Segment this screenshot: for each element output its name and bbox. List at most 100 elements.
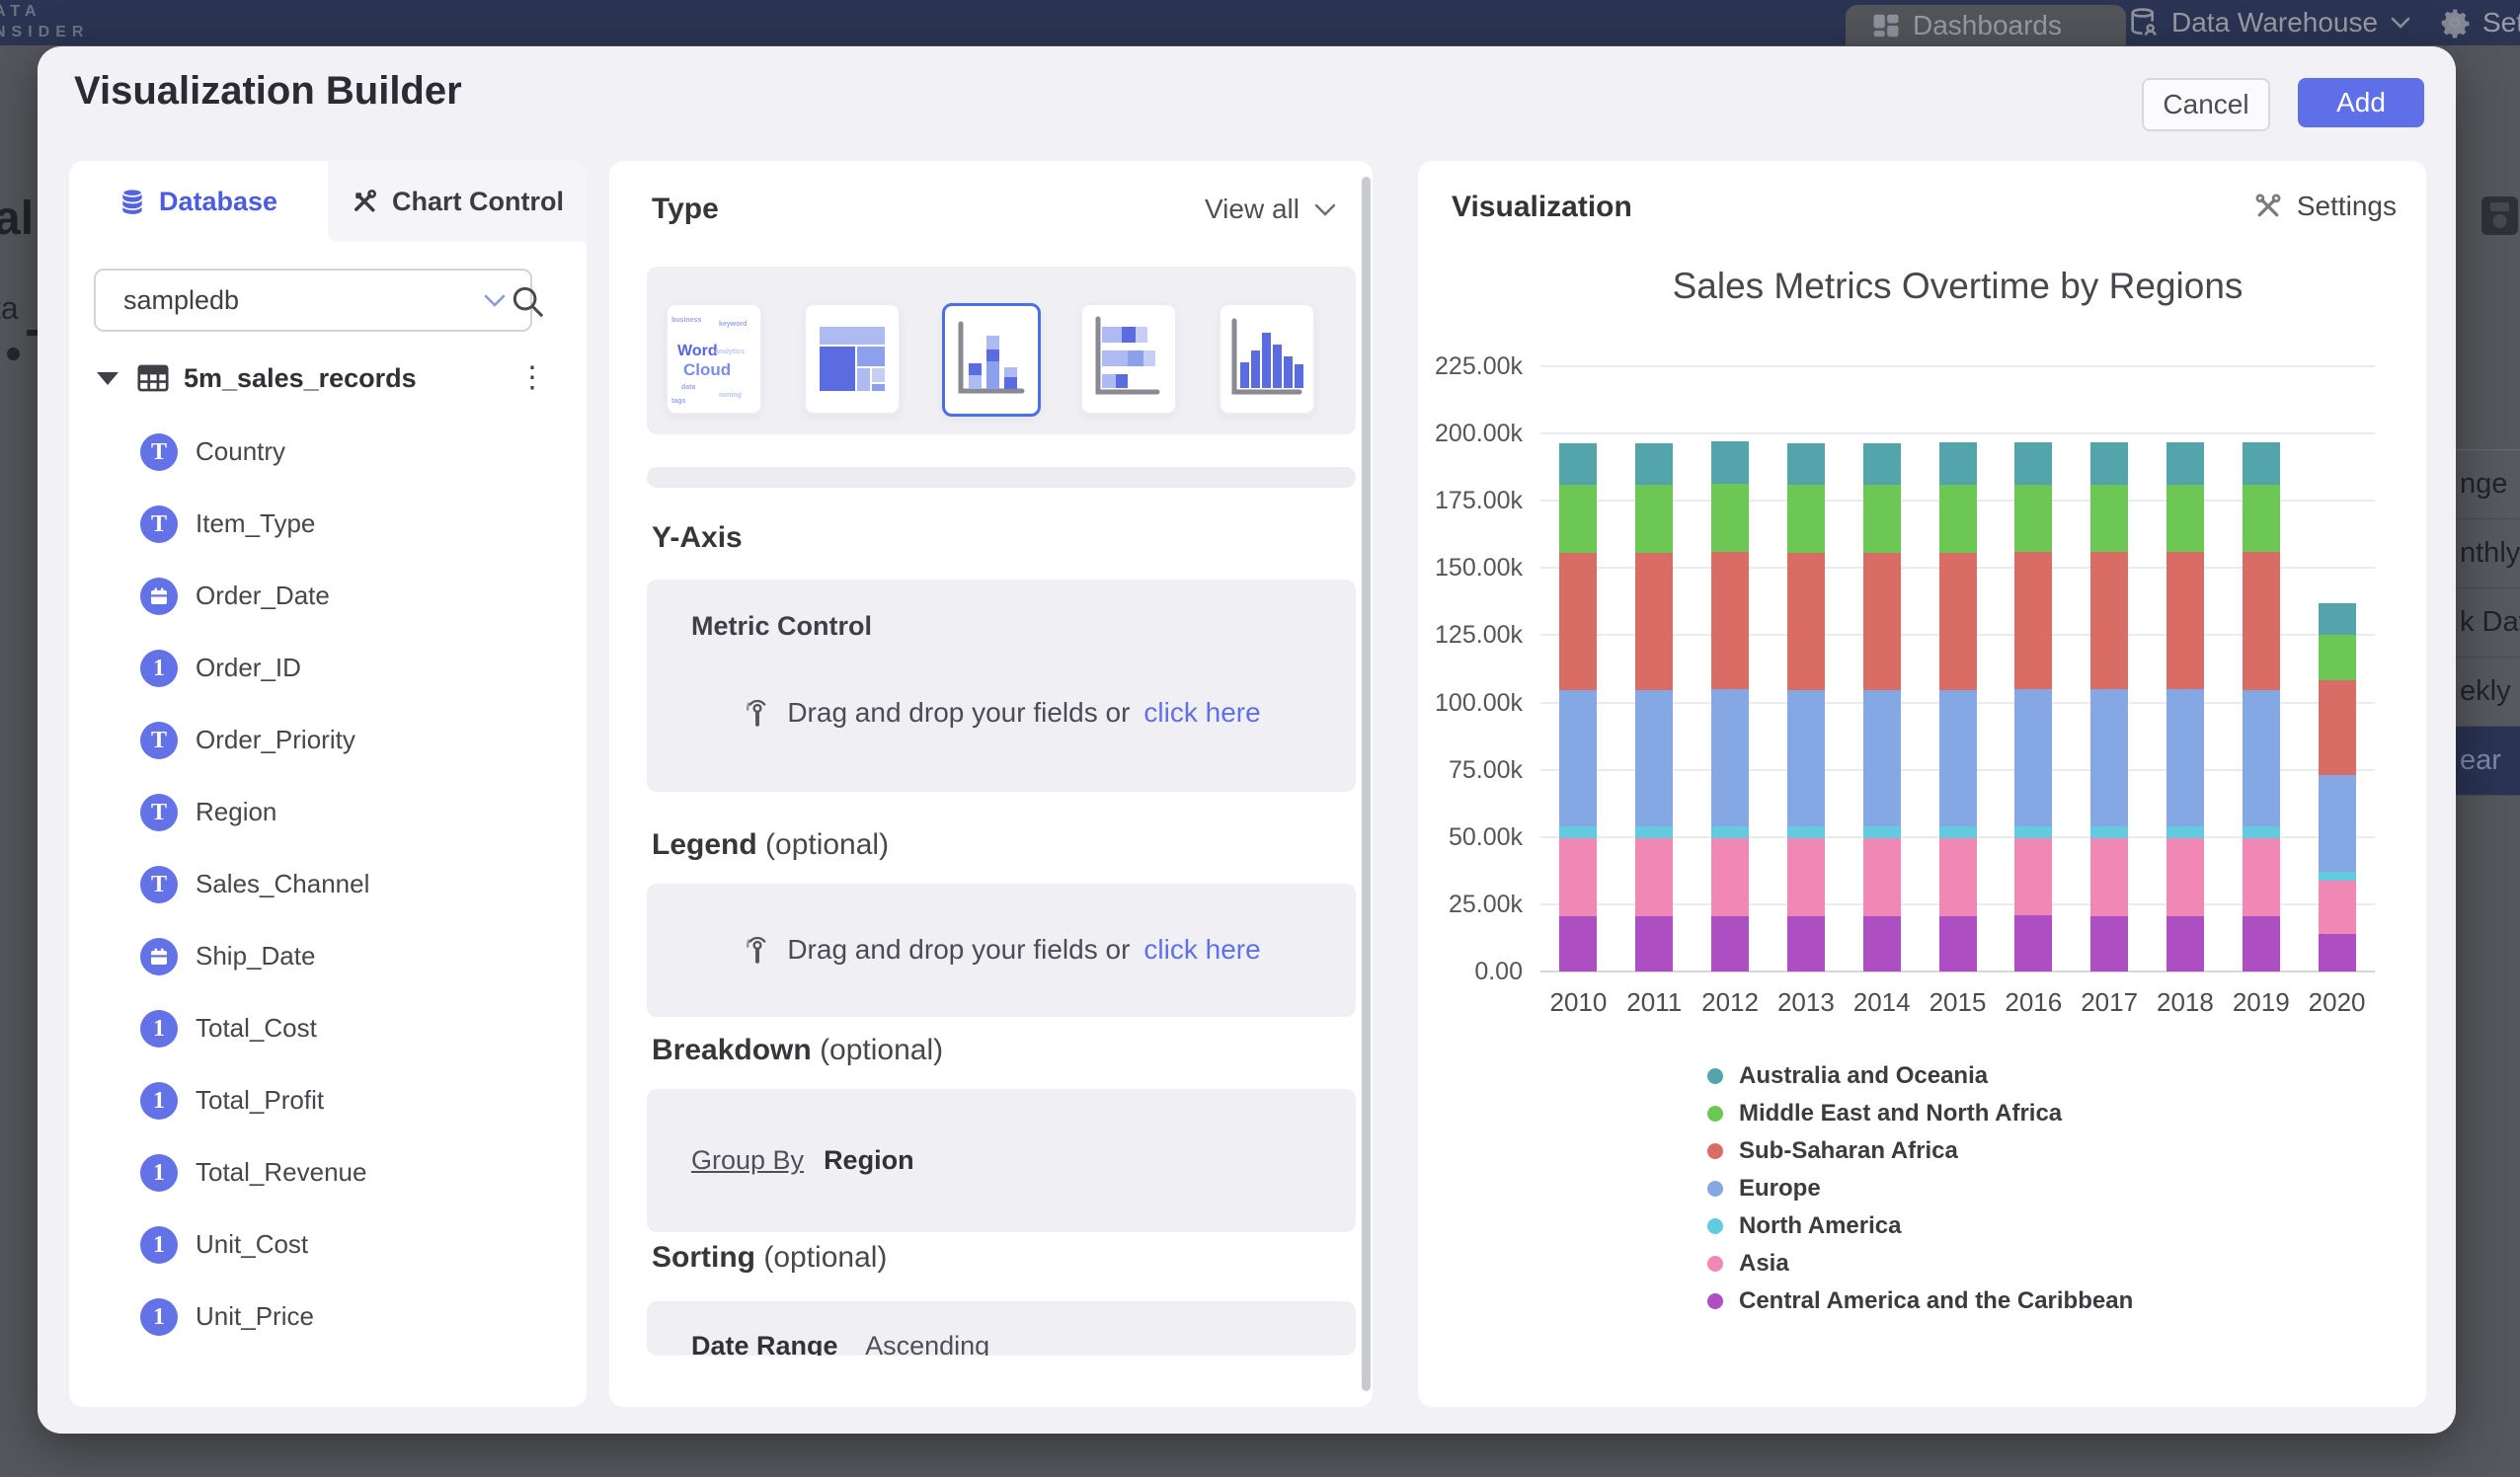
viz-settings-button[interactable]: Settings <box>2253 191 2397 222</box>
legend-item[interactable]: Sub-Saharan Africa <box>1707 1132 2133 1170</box>
tools-icon <box>2253 192 2283 221</box>
add-button[interactable]: Add <box>2298 78 2424 127</box>
bar-segment <box>1559 916 1597 972</box>
sorting-config[interactable]: Date Range Ascending <box>647 1301 1356 1356</box>
database-select[interactable]: sampledb <box>94 269 532 332</box>
bar-segment <box>2166 485 2204 552</box>
bar-segment <box>2243 916 2280 972</box>
bar-segment <box>1635 690 1673 827</box>
field-row[interactable]: 1 Unit_Price <box>69 1281 587 1353</box>
legend-dot <box>1707 1293 1723 1309</box>
field-row[interactable]: T Item_Type <box>69 488 587 560</box>
bar-segment <box>2319 775 2356 872</box>
tap-icon <box>742 933 773 967</box>
field-label: Total_Profit <box>196 1085 324 1116</box>
view-all-button[interactable]: View all <box>1205 194 1337 225</box>
type-card-column[interactable] <box>1219 303 1315 415</box>
type-card-stacked-column[interactable] <box>942 303 1041 417</box>
breakdown-config[interactable]: Group By Region <box>647 1089 1356 1232</box>
field-label: Total_Cost <box>196 1013 317 1044</box>
drag-drop-text: Drag and drop your fields or <box>787 934 1130 966</box>
legend-item[interactable]: North America <box>1707 1207 2133 1245</box>
background-menu-item: ear <box>2456 727 2520 796</box>
field-type-icon: T <box>140 722 178 759</box>
metric-dropzone[interactable]: Metric Control Drag and drop your fields… <box>647 580 1356 792</box>
word-cloud-word: data <box>681 384 695 391</box>
field-row[interactable]: T Sales_Channel <box>69 848 587 920</box>
field-row[interactable]: 1 Total_Cost <box>69 992 587 1064</box>
y-axis-tick: 0.00 <box>1418 958 1523 986</box>
bar-segment <box>2014 915 2052 972</box>
word-cloud-word: keyword <box>719 321 747 328</box>
field-row[interactable]: T Country <box>69 416 587 488</box>
bar-segment <box>1939 553 1977 690</box>
tab-chart-control[interactable]: Chart Control <box>328 161 587 242</box>
bar-segment <box>2243 552 2280 689</box>
type-card-stacked-bar[interactable] <box>1080 303 1177 415</box>
bar-2015 <box>1939 442 1977 972</box>
bar-segment <box>1635 826 1673 838</box>
gridline <box>1540 365 2375 367</box>
legend-item[interactable]: Middle East and North Africa <box>1707 1095 2133 1132</box>
field-type-icon: T <box>140 866 178 903</box>
y-axis-tick: 25.00k <box>1418 891 1523 919</box>
y-axis-tick: 50.00k <box>1418 823 1523 852</box>
nav-dashboards-label: Dashboards <box>1913 10 2062 41</box>
legend-dot <box>1707 1181 1723 1197</box>
caret-down-icon[interactable] <box>97 372 118 385</box>
field-type-icon <box>140 938 178 975</box>
legend-item[interactable]: Australia and Oceania <box>1707 1057 2133 1095</box>
field-row[interactable]: 1 Unit_Cost <box>69 1208 587 1281</box>
field-row[interactable]: T Order_Priority <box>69 704 587 776</box>
table-tree-header[interactable]: 5m_sales_records ⋮ <box>69 350 587 406</box>
bar-2010 <box>1559 443 1597 972</box>
word-cloud-word: Cloud <box>683 360 731 380</box>
type-card-treemap[interactable] <box>804 303 901 415</box>
x-axis-tick: 2013 <box>1768 987 1844 1018</box>
field-row[interactable]: 1 Total_Profit <box>69 1064 587 1136</box>
field-row[interactable]: Ship_Date <box>69 920 587 992</box>
field-label: Country <box>196 436 285 467</box>
field-row[interactable]: T Region <box>69 776 587 848</box>
tab-chart-control-label: Chart Control <box>392 187 564 217</box>
modal-actions: Cancel Add <box>2142 78 2424 131</box>
modal-title: Visualization Builder <box>74 69 462 114</box>
legend-dot <box>1707 1106 1723 1122</box>
bar-segment <box>1787 838 1825 915</box>
bar-segment <box>1863 553 1901 690</box>
cancel-button[interactable]: Cancel <box>2142 78 2270 131</box>
group-by-link[interactable]: Group By <box>691 1145 804 1176</box>
word-cloud-word: Word <box>677 343 718 360</box>
field-row[interactable]: 1 Total_Revenue <box>69 1136 587 1208</box>
legend-dot <box>1707 1218 1723 1234</box>
bar-segment <box>1635 485 1673 552</box>
bar-segment <box>1711 441 1749 484</box>
x-axis-tick: 2020 <box>2299 987 2375 1018</box>
x-axis-tick: 2011 <box>1616 987 1693 1018</box>
legend-item[interactable]: Asia <box>1707 1245 2133 1283</box>
visualization-panel: Visualization Settings Sales Metrics Ove… <box>1418 161 2426 1407</box>
legend-dropzone[interactable]: Drag and drop your fields or click here <box>647 884 1356 1017</box>
field-type-icon: 1 <box>140 1010 178 1048</box>
bar-segment <box>1635 553 1673 690</box>
type-card-word-cloud[interactable]: Word Cloud business keyword analytics da… <box>666 303 762 415</box>
bar-segment <box>2319 872 2356 881</box>
bar-segment <box>2319 881 2356 934</box>
legend-click-here-link[interactable]: click here <box>1143 934 1260 966</box>
drag-drop-text: Drag and drop your fields or <box>787 697 1130 729</box>
field-row[interactable]: Order_Date <box>69 560 587 632</box>
type-strip-scrollbar[interactable] <box>647 467 1356 488</box>
tab-database[interactable]: Database <box>69 161 328 242</box>
kebab-menu-icon[interactable]: ⋮ <box>517 368 547 388</box>
legend-item[interactable]: Central America and the Caribbean <box>1707 1283 2133 1320</box>
field-row[interactable]: 1 Order_ID <box>69 632 587 704</box>
panel-scrollbar[interactable] <box>1362 177 1371 1391</box>
bar-segment <box>1863 916 1901 972</box>
field-type-icon: 1 <box>140 1226 178 1264</box>
metric-click-here-link[interactable]: click here <box>1143 697 1260 729</box>
search-icon[interactable] <box>506 279 549 323</box>
bar-segment <box>2014 442 2052 485</box>
bar-segment <box>2090 826 2128 838</box>
background-dropdown-menu: ngenthlyk Dateeklyear <box>2456 449 2520 796</box>
legend-item[interactable]: Europe <box>1707 1170 2133 1207</box>
